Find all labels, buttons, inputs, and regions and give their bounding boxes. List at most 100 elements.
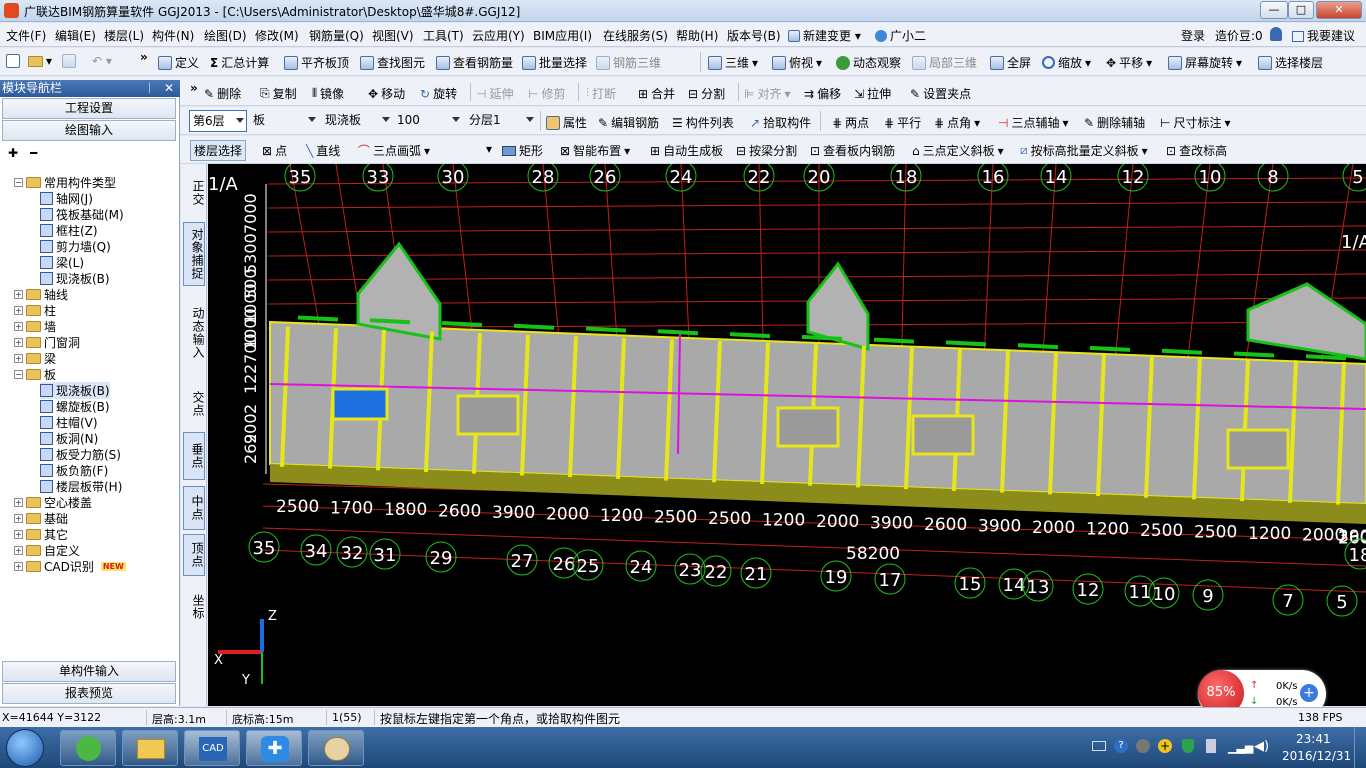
view-slab-rebar-button[interactable]: ⊡ 查看板内钢筋 [810,142,895,159]
align-button[interactable]: ⊫ 对齐 ▾ [744,85,791,102]
arc-dropdown[interactable]: ▾ [486,142,492,156]
tree-item[interactable]: + CAD识别 NEW [14,558,126,575]
tree-item[interactable]: 板负筋(F) [40,462,108,479]
orbit-button[interactable]: 动态观察 [836,54,901,71]
component-list-button[interactable]: ☰ 构件列表 [672,114,734,131]
tree-item[interactable]: 框柱(Z) [40,222,98,239]
report-preview-button[interactable]: 报表预览 [2,683,176,704]
expand-icon[interactable]: + [14,338,23,347]
maximize-button[interactable]: □ [1288,1,1314,19]
summary-calc-button[interactable]: Σ 汇总计算 [210,54,269,71]
intersection-snap[interactable]: 交点 [183,382,205,426]
menu-component[interactable]: 构件(N) [152,27,194,44]
pan-button[interactable]: ✥ 平移 ▾ [1106,54,1152,71]
menu-online[interactable]: 在线服务(S) [603,27,668,44]
tree-item[interactable]: 现浇板(B) [40,270,110,287]
taskbar-paint[interactable] [308,730,364,766]
merge-button[interactable]: ⊞ 合并 [638,85,675,102]
collapse-icon[interactable]: − [14,178,23,187]
tray-device-icon[interactable] [1206,739,1216,753]
pick-component-button[interactable]: ↗ 拾取构件 [750,114,811,131]
edit-rebar-button[interactable]: ✎ 编辑钢筋 [598,114,659,131]
screen-rotate-button[interactable]: 屏幕旋转 ▾ [1168,54,1242,71]
tree-item[interactable]: 螺旋板(B) [40,398,110,415]
menu-tools[interactable]: 工具(T) [423,27,464,44]
find-element-button[interactable]: 查找图元 [360,54,425,71]
point-angle-button[interactable]: ⋕ 点角 ▾ [934,114,980,131]
3d-view-button[interactable]: 三维 ▾ [708,54,758,71]
tray-keyboard-icon[interactable] [1092,741,1106,751]
tray-plus-icon[interactable]: + [1158,739,1172,753]
delete-axis-button[interactable]: ✎ 删除辅轴 [1084,114,1145,131]
new-file-button[interactable] [6,54,20,68]
tree-item[interactable]: + 柱 [14,302,56,319]
move-button[interactable]: ✥ 移动 [368,85,405,102]
taskbar-explorer[interactable] [122,730,178,766]
tray-volume-icon[interactable]: ◀) [1254,739,1269,754]
taskbar-browser[interactable] [60,730,116,766]
break-button[interactable]: ⫶ 打断 [586,85,616,102]
tree-item[interactable]: + 基础 [14,510,68,527]
menu-help[interactable]: 帮助(H) [676,27,718,44]
tree-item[interactable]: + 其它 [14,526,68,543]
delete-button[interactable]: ✎ 删除 [204,85,241,102]
offset-button[interactable]: ⇉ 偏移 [804,85,841,102]
tree-item[interactable]: 柱帽(V) [40,414,98,431]
component-subtype-select[interactable]: 现浇板 [322,110,392,132]
tree-item[interactable]: 轴网(J) [40,190,93,207]
suggest-button[interactable]: 我要建议 [1292,27,1355,44]
three-point-slope-button[interactable]: ⌂ 三点定义斜板 ▾ [912,142,1004,159]
menu-cloud[interactable]: 云应用(Y) [472,27,525,44]
tree-item[interactable]: + 自定义 [14,542,80,559]
local-3d-button[interactable]: 局部三维 [912,54,977,71]
align-slab-top-button[interactable]: 平齐板顶 [284,54,349,71]
undo-button[interactable]: ↶ ▾ [92,54,112,68]
tree-item[interactable]: 板洞(N) [40,430,98,447]
menu-draw[interactable]: 绘图(D) [204,27,247,44]
define-button[interactable]: 定义 [158,54,199,71]
three-point-axis-button[interactable]: ⊣ 三点辅轴 ▾ [998,114,1069,131]
pin-icon[interactable]: ᛁ [146,80,153,97]
price-beans[interactable]: 造价豆:0 [1215,27,1263,44]
expand-icon[interactable]: + [14,562,23,571]
tray-app-icon[interactable] [1136,739,1150,753]
tree-item[interactable]: + 门窗洞 [14,334,80,351]
expand-icon[interactable]: + [14,322,23,331]
zoom-button[interactable]: 缩放 ▾ [1042,54,1091,71]
boost-plus-icon[interactable]: + [1300,684,1318,702]
expand-all-icon[interactable]: ✚ [8,146,18,160]
batch-slope-button[interactable]: ⧄ 按标高批量定义斜板 ▾ [1020,142,1148,159]
fullscreen-button[interactable]: 全屏 [990,54,1031,71]
show-desktop-button[interactable] [1354,727,1366,768]
point-button[interactable]: ⊠ 点 [262,142,287,159]
collapse-all-icon[interactable]: ━ [30,146,37,160]
menu-edit[interactable]: 编辑(E) [55,27,96,44]
expand-icon[interactable]: + [14,354,23,363]
open-file-button[interactable]: ▾ [28,54,52,68]
close-button[interactable]: ✕ [1316,1,1362,19]
tree-item[interactable]: + 梁 [14,350,56,367]
view-rebar-qty-button[interactable]: 查看钢筋量 [436,54,513,71]
trim-button[interactable]: ⊢ 修剪 [528,85,565,102]
expand-icon[interactable]: + [14,498,23,507]
menu-bim[interactable]: BIM应用(I) [533,27,592,44]
expand-icon[interactable]: + [14,530,23,539]
menu-floor[interactable]: 楼层(L) [104,27,144,44]
smart-layout-button[interactable]: ⊠ 智能布置 ▾ [560,142,630,159]
batch-select-button[interactable]: 批量选择 [522,54,587,71]
auto-gen-slab-button[interactable]: ⊞ 自动生成板 [650,142,723,159]
tree-item[interactable]: 板受力筋(S) [40,446,121,463]
extend-button[interactable]: ⊣ 延伸 [476,85,513,102]
drawing-canvas[interactable]: 1/A 35 33 30 28 26 24 22 20 18 16 14 12 10 8 5 1/A 7000 53… [208,164,1366,706]
perpendicular-snap[interactable]: 垂点 [183,432,205,480]
ortho-toggle[interactable]: 正交 [183,168,205,218]
two-point-button[interactable]: ⋕ 两点 [832,114,869,131]
tree-item[interactable]: 剪力墙(Q) [40,238,111,255]
save-button[interactable] [62,54,76,68]
toolbar2-grip[interactable]: » [190,81,198,95]
tree-item[interactable]: − 板 [14,366,56,383]
tree-item[interactable]: − 常用构件类型 [14,174,116,191]
component-type-select[interactable]: 板 [250,110,318,132]
tree-item[interactable]: 楼层板带(H) [40,478,122,495]
floor-select[interactable]: 第6层 [189,110,247,132]
